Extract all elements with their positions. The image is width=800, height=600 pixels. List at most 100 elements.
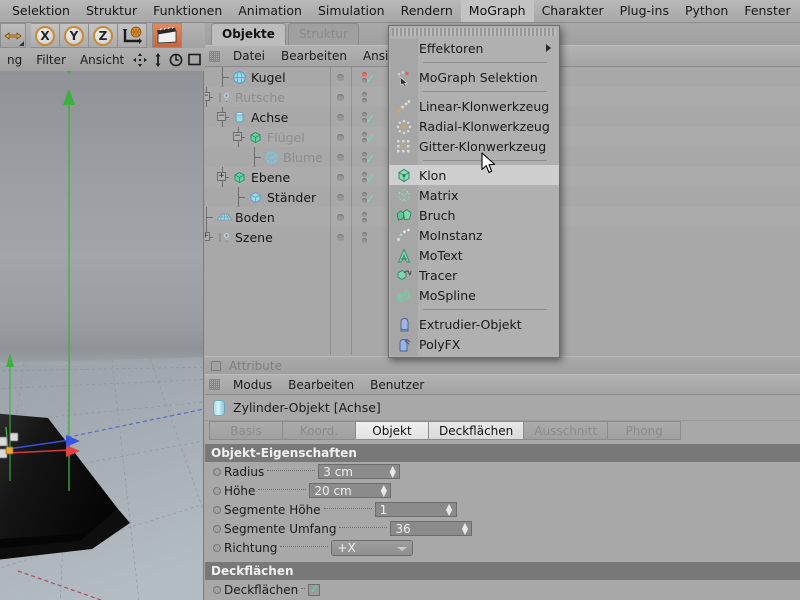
visibility-editor-dot[interactable]: [337, 134, 344, 141]
mograph-menu-item-extrudier-objekt[interactable]: Extrudier-Objekt: [389, 314, 559, 334]
object-name[interactable]: Ebene: [251, 170, 290, 185]
spinner-icon[interactable]: ▲▼: [378, 484, 389, 497]
attribute-tab-basis[interactable]: Basis: [209, 421, 283, 440]
object-name[interactable]: Szene: [235, 230, 273, 245]
tree-expand-toggle[interactable]: +: [217, 172, 226, 181]
menubar-item-simulation[interactable]: Simulation: [310, 0, 393, 22]
menubar-item-struktur[interactable]: Struktur: [78, 0, 145, 22]
om-tab-struktur[interactable]: Struktur: [288, 23, 359, 45]
object-name[interactable]: Ständer: [267, 190, 316, 205]
attribute-tab-objekt[interactable]: Objekt: [355, 421, 429, 440]
mograph-dropdown-menu[interactable]: Effektoren MoGraph Selektion Linear-Klonwe…: [388, 25, 560, 358]
am-menu-bearbeiten[interactable]: Bearbeiten: [280, 378, 362, 392]
panel-square-icon[interactable]: [211, 361, 221, 371]
mograph-menu-item-mograph-selektion[interactable]: MoGraph Selektion: [389, 67, 559, 87]
menubar-item-fenster[interactable]: Fenster: [736, 0, 798, 22]
menu-tearoff-handle[interactable]: [392, 28, 556, 36]
visibility-render-dot-top[interactable]: [362, 212, 367, 217]
visibility-editor-dot[interactable]: [337, 214, 344, 221]
property-checkbox[interactable]: ✓: [308, 584, 320, 596]
property-animate-dot[interactable]: [213, 506, 221, 514]
am-menu-modus[interactable]: Modus: [225, 378, 280, 392]
object-name[interactable]: Boden: [235, 210, 275, 225]
tree-expand-toggle[interactable]: −: [233, 132, 242, 141]
visibility-render-dot-bottom[interactable]: [362, 238, 367, 243]
mograph-menu-item-polyfx[interactable]: PolyFX: [389, 334, 559, 354]
om-menu-bearbeiten[interactable]: Bearbeiten: [273, 49, 355, 63]
enabled-check-icon[interactable]: ✓: [365, 175, 376, 185]
mograph-menu-item-linear-klonwerkzeug[interactable]: Linear-Klonwerkzeug: [389, 96, 559, 116]
mograph-menu-item-tracer[interactable]: Tracer: [389, 265, 559, 285]
mograph-menu-item-effektoren[interactable]: Effektoren: [389, 38, 559, 58]
mograph-menu-item-moinstanz[interactable]: MoInstanz: [389, 225, 559, 245]
spinner-icon[interactable]: ▲▼: [459, 522, 470, 535]
property-animate-dot[interactable]: [213, 525, 221, 533]
menubar-item-mograph[interactable]: MoGraph: [461, 0, 534, 22]
maximize-icon[interactable]: [188, 53, 201, 66]
tree-expand-toggle[interactable]: −: [217, 112, 226, 121]
visibility-editor-dot[interactable]: [337, 94, 344, 101]
visibility-render-dot-top[interactable]: [362, 92, 367, 97]
om-menu-datei[interactable]: Datei: [225, 49, 273, 63]
enabled-check-icon[interactable]: ✓: [365, 195, 376, 205]
attribute-tab-deckfl-chen[interactable]: Deckflächen: [428, 421, 524, 440]
mograph-menu-item-gitter-klonwerkzeug[interactable]: Gitter-Klonwerkzeug: [389, 136, 559, 156]
grip-icon[interactable]: [209, 51, 220, 62]
3d-viewport[interactable]: [0, 71, 204, 600]
menubar-item-funktionen[interactable]: Funktionen: [145, 0, 230, 22]
axis-x-button[interactable]: X: [31, 23, 60, 48]
move-tool-button[interactable]: [0, 23, 26, 48]
object-name[interactable]: Flügel: [267, 130, 305, 145]
attribute-tab-koord-[interactable]: Koord.: [282, 421, 356, 440]
enabled-check-icon[interactable]: ✓: [365, 135, 376, 145]
visibility-editor-dot[interactable]: [337, 154, 344, 161]
viewport-menu-0[interactable]: ng: [0, 53, 29, 67]
menubar-item-rendern[interactable]: Rendern: [393, 0, 461, 22]
mograph-menu-item-motext[interactable]: MoText: [389, 245, 559, 265]
axis-y-button[interactable]: Y: [60, 23, 89, 48]
visibility-render-dot-bottom[interactable]: [362, 218, 367, 223]
object-name[interactable]: Kugel: [251, 70, 286, 85]
tree-expand-toggle[interactable]: −: [205, 92, 210, 101]
menubar-item-python[interactable]: Python: [677, 0, 736, 22]
property-animate-dot[interactable]: [213, 468, 221, 476]
property-number-field[interactable]: 20 cm▲▼: [309, 483, 391, 498]
grip-icon[interactable]: [209, 379, 220, 390]
visibility-editor-dot[interactable]: [337, 74, 344, 81]
menubar-item-animation[interactable]: Animation: [230, 0, 310, 22]
menubar-item-selektion[interactable]: Selektion: [4, 0, 78, 22]
menubar-item-plug-ins[interactable]: Plug-ins: [612, 0, 677, 22]
am-menu-benutzer[interactable]: Benutzer: [362, 378, 432, 392]
enabled-check-icon[interactable]: ✓: [365, 115, 376, 125]
visibility-render-dot-top[interactable]: [362, 232, 367, 237]
property-animate-dot[interactable]: [213, 586, 221, 594]
spinner-icon[interactable]: ▲▼: [387, 465, 398, 478]
mograph-menu-item-radial-klonwerkzeug[interactable]: Radial-Klonwerkzeug: [389, 116, 559, 136]
attribute-tab-ausschnitt[interactable]: Ausschnitt: [523, 421, 608, 440]
property-number-field[interactable]: 36▲▼: [390, 521, 472, 536]
visibility-editor-dot[interactable]: [337, 114, 344, 121]
property-dropdown[interactable]: +X: [331, 540, 413, 556]
dolly-icon[interactable]: [152, 53, 164, 67]
attribute-tab-phong[interactable]: Phong: [607, 421, 681, 440]
spinner-icon[interactable]: ▲▼: [444, 503, 455, 516]
viewport-menu-filter[interactable]: Filter: [29, 53, 73, 67]
visibility-editor-dot[interactable]: [337, 194, 344, 201]
render-view-button[interactable]: [152, 23, 182, 48]
property-number-field[interactable]: 3 cm▲▼: [318, 464, 400, 479]
om-tab-objekte[interactable]: Objekte: [211, 23, 286, 45]
menubar-item-charakter[interactable]: Charakter: [534, 0, 612, 22]
object-name[interactable]: Achse: [251, 110, 288, 125]
visibility-editor-dot[interactable]: [337, 234, 344, 241]
object-name[interactable]: Rutsche: [235, 90, 285, 105]
property-animate-dot[interactable]: [213, 487, 221, 495]
property-number-field[interactable]: 1▲▼: [375, 502, 457, 517]
tree-expand-toggle[interactable]: +: [205, 232, 210, 241]
enabled-check-icon[interactable]: ✓: [365, 155, 376, 165]
property-animate-dot[interactable]: [213, 544, 221, 552]
mograph-menu-item-bruch[interactable]: Bruch: [389, 205, 559, 225]
rotate-icon[interactable]: [169, 53, 183, 67]
axis-z-button[interactable]: Z: [89, 23, 118, 48]
mograph-menu-item-klon[interactable]: Klon: [389, 165, 559, 185]
world-coordinates-button[interactable]: [118, 23, 147, 48]
